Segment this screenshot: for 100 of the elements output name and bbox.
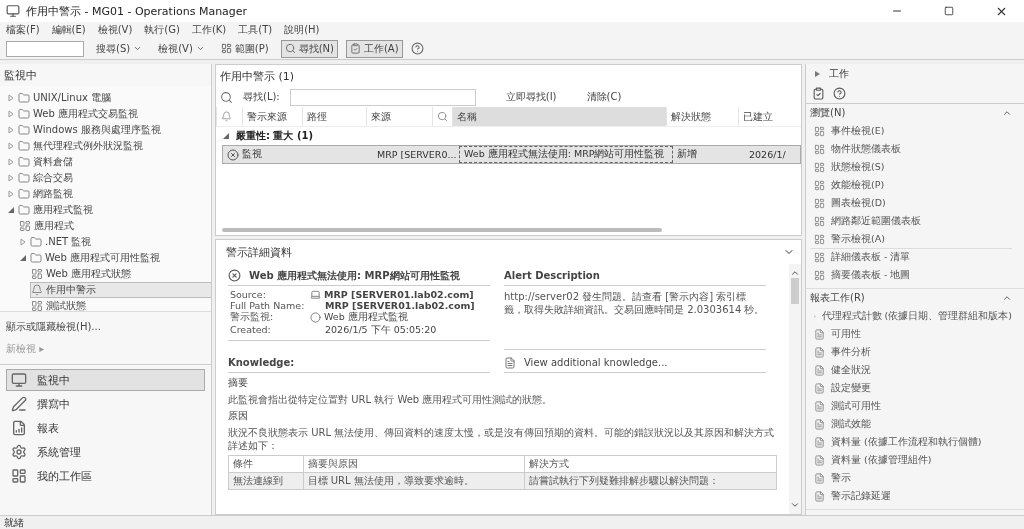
alert-name: Web 應用程式無法使用: MRP網站可用性監視 (249, 268, 460, 283)
view-icon (814, 161, 825, 173)
section-button[interactable]: 我的工作區 (6, 465, 205, 487)
tree-item[interactable]: 綜合交易 (6, 170, 211, 186)
clear-link[interactable]: 清除(C) (586, 90, 622, 104)
scrollbar[interactable] (222, 228, 662, 232)
grid-view-icon (31, 300, 43, 311)
section-button[interactable]: 系統管理 (6, 441, 205, 463)
expanded-icon[interactable] (19, 254, 27, 262)
bell-icon (221, 111, 232, 122)
table-cell: 監視 (223, 146, 309, 163)
collapsed-icon[interactable] (7, 190, 15, 198)
task-item[interactable]: 網路鄰近範圍儀表板 (810, 212, 1012, 230)
nav-link[interactable]: 顯示或隱藏檢視(H)... (6, 320, 205, 334)
menu-item[interactable]: 工具(T) (238, 23, 273, 37)
task-item[interactable]: 事件分析 (810, 343, 1012, 361)
section-button[interactable]: 撰寫中 (6, 393, 205, 415)
task-item[interactable]: 資料量 (依據工作流程和執行個體) (810, 433, 1012, 451)
knowledge-link[interactable]: View additional knowledge... (524, 357, 668, 368)
section-heading: Knowledge: (228, 357, 295, 368)
folder-icon (18, 124, 30, 136)
scroll-thumb[interactable] (791, 278, 799, 304)
task-item[interactable]: 資料量 (依據管理組件) (810, 451, 1012, 469)
column-header[interactable]: 名稱 (452, 107, 666, 126)
menu-item[interactable]: 說明(H) (284, 23, 320, 37)
task-item[interactable]: 健全狀況 (810, 361, 1012, 379)
scrollbar[interactable] (789, 264, 801, 514)
menu-item[interactable]: 編輯(E) (51, 23, 86, 37)
menu-item[interactable]: 檢視(V) (97, 23, 133, 37)
task-item[interactable]: 警示檢視(A) (810, 230, 1012, 248)
toolbar-button[interactable]: 範圍(P) (216, 39, 273, 58)
task-item[interactable]: 測試可用性 (810, 397, 1012, 415)
section-button[interactable]: 監視中 (6, 369, 205, 391)
folder-icon (18, 140, 30, 152)
collapsed-icon[interactable] (7, 126, 15, 134)
task-item[interactable]: 狀態檢視(S) (810, 158, 1012, 176)
search-field[interactable] (6, 40, 84, 57)
task-item[interactable]: 測試效能 (810, 415, 1012, 433)
computer-icon (310, 289, 321, 300)
collapsed-icon[interactable] (7, 158, 15, 166)
column-header[interactable]: 解決狀態 (666, 107, 738, 126)
section-button[interactable]: 報表 (6, 417, 205, 439)
workspace-icon (11, 468, 27, 484)
task-item[interactable]: 效能檢視(P) (810, 176, 1012, 194)
tree-item[interactable]: Web 應用程式狀態 (30, 266, 211, 282)
help-icon[interactable] (833, 87, 846, 100)
help-icon[interactable] (410, 42, 424, 55)
scroll-down-icon[interactable] (790, 500, 800, 510)
column-header[interactable]: 警示來源 (242, 107, 302, 126)
tree-item[interactable]: 資料倉儲 (6, 154, 211, 170)
alert-row[interactable]: 監視 MRP [SERVER0... Web 應用程式無法使用: MRP網站可用性監視 新增 2026/1/ (222, 145, 801, 164)
clipboard-icon[interactable] (812, 87, 825, 100)
menu-item[interactable]: 工作(K) (191, 23, 227, 37)
expanded-icon[interactable] (7, 206, 15, 214)
task-item[interactable]: 設定變更 (810, 379, 1012, 397)
maximize-icon (944, 6, 954, 16)
scroll-up-icon[interactable] (790, 268, 800, 278)
tree-item[interactable]: 應用程式 (18, 218, 211, 234)
collapse-icon[interactable] (1002, 293, 1012, 303)
task-item[interactable]: 圖表檢視(D) (810, 194, 1012, 212)
tree-item[interactable]: Web 應用程式交易監視 (6, 106, 211, 122)
clipboard-icon (349, 43, 361, 54)
tree-item[interactable]: .NET 監視 (18, 234, 211, 250)
dropdown-button[interactable]: 搜尋(S) (92, 39, 147, 58)
task-item[interactable]: 可用性 (810, 325, 1012, 343)
tree-item[interactable]: 作用中警示 (30, 282, 211, 298)
tree-item[interactable]: 無代理程式例外狀況監視 (6, 138, 211, 154)
task-item[interactable]: 代理程式計數 (依據日期、管理群組和版本) (810, 307, 1012, 325)
alert-description: http://server02 發生問題。請查看 [警示內容] 索引標籤，取得失敗詳細資訊。交易回應時間是 2.0303614 秒。 (504, 286, 766, 350)
task-item[interactable]: 警示記錄延遲 (810, 487, 1012, 505)
menu-item[interactable]: 執行(G) (144, 23, 180, 37)
collapsed-icon[interactable] (7, 110, 15, 118)
toolbar-button[interactable]: 尋找(N) (280, 39, 338, 58)
toolbar-button[interactable]: 工作(A) (345, 39, 403, 58)
collapsed-icon[interactable] (19, 238, 27, 246)
tree-item[interactable]: 測試狀態 (30, 298, 211, 311)
tree-item[interactable]: Windows 服務與處理序監視 (6, 122, 211, 138)
tree-item[interactable]: UNIX/Linux 電腦 (6, 90, 211, 106)
find-field[interactable] (289, 88, 476, 106)
expanded-icon[interactable] (222, 132, 230, 140)
collapsed-icon[interactable] (7, 94, 15, 102)
tree-item[interactable]: 應用程式監視 (6, 202, 211, 218)
find-now-link[interactable]: 立即尋找(I) (505, 90, 557, 104)
dropdown-button[interactable]: 檢視(V) (154, 39, 209, 58)
expand-icon[interactable] (814, 70, 821, 78)
column-header[interactable]: 已建立 (738, 107, 792, 126)
tree-item[interactable]: Web 應用程式可用性監視 (18, 250, 211, 266)
collapsed-icon[interactable] (7, 142, 15, 150)
task-item[interactable]: 事件檢視(E) (810, 122, 1012, 140)
task-item[interactable]: 摘要儀表板 - 地圖 (810, 266, 1012, 284)
column-header[interactable]: 來源 (366, 107, 432, 126)
collapsed-icon[interactable] (7, 174, 15, 182)
collapse-icon[interactable] (1002, 108, 1012, 118)
task-item[interactable]: 物件狀態儀表板 (810, 140, 1012, 158)
task-item[interactable]: 警示 (810, 469, 1012, 487)
task-item[interactable]: 詳細儀表板 - 清單 (810, 248, 1012, 266)
group-title: 報表工作(R) (810, 291, 865, 305)
column-header[interactable]: 路徑 (302, 107, 366, 126)
menu-item[interactable]: 檔案(F) (6, 23, 40, 37)
tree-item[interactable]: 網路監視 (6, 186, 211, 202)
